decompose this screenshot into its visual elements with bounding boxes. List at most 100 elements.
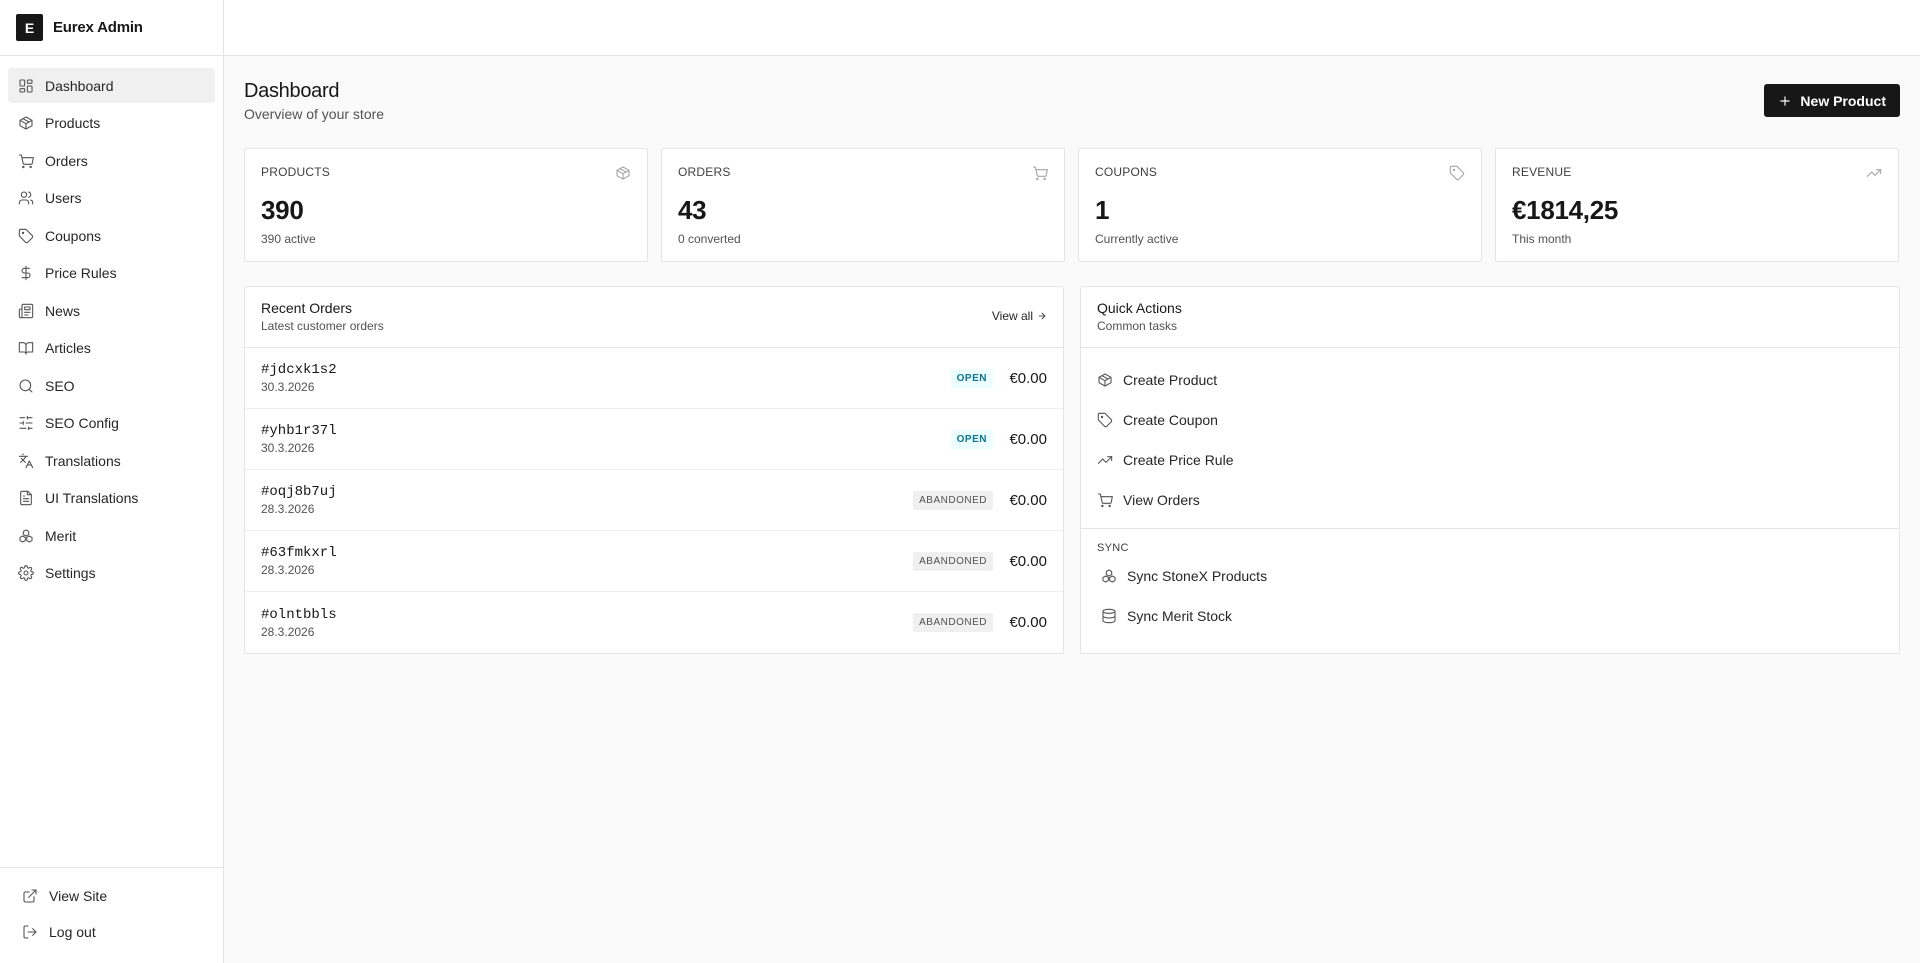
table-row[interactable]: #jdcxk1s2 30.3.2026 OPEN €0.00: [245, 348, 1063, 409]
stat-sub: Currently active: [1095, 232, 1179, 246]
stat-card-revenue: Revenue €1814,25 This month: [1495, 148, 1899, 262]
sidebar-item-label: UI Translations: [45, 490, 139, 506]
sidebar-item-articles[interactable]: Articles: [8, 331, 215, 366]
newspaper-icon: [18, 303, 34, 319]
stat-card-coupons: Coupons 1 Currently active: [1078, 148, 1482, 262]
stat-sub: 390 active: [261, 232, 316, 246]
order-total: €0.00: [1009, 369, 1047, 387]
order-date: 28.3.2026: [261, 563, 315, 577]
languages-icon: [18, 453, 34, 469]
sidebar-item-dashboard[interactable]: Dashboard: [8, 68, 215, 103]
view-site-link[interactable]: View Site: [12, 878, 211, 914]
sidebar-item-users[interactable]: Users: [8, 181, 215, 216]
sidebar-item-coupons[interactable]: Coupons: [8, 218, 215, 253]
status-badge: ABANDONED: [913, 551, 993, 571]
view-all-label: View all: [991, 309, 1033, 323]
sidebar-item-ui-translations[interactable]: UI Translations: [8, 481, 215, 516]
order-date: 28.3.2026: [261, 502, 315, 516]
action-label: Sync StoneX Products: [1127, 568, 1268, 584]
quick-actions-panel: Quick Actions Common tasks Create Produc…: [1080, 286, 1900, 654]
sync-stonex-products-action[interactable]: Sync StoneX Products: [1101, 556, 1883, 596]
order-total: €0.00: [1009, 491, 1047, 509]
main-content: Dashboard Overview of your store New Pro…: [244, 56, 1900, 654]
sidebar-item-label: Price Rules: [45, 265, 117, 281]
create-coupon-action[interactable]: Create Coupon: [1097, 400, 1883, 440]
order-date: 30.3.2026: [261, 441, 315, 455]
log-out-button[interactable]: Log out: [12, 914, 211, 950]
sidebar-item-price-rules[interactable]: Price Rules: [8, 256, 215, 291]
create-product-action[interactable]: Create Product: [1097, 360, 1883, 400]
sidebar-item-label: News: [45, 302, 81, 319]
stat-card-orders: Orders 43 0 converted: [661, 148, 1065, 262]
sidebar-item-seo-config[interactable]: SEO Config: [8, 406, 215, 441]
order-total: €0.00: [1009, 430, 1047, 448]
search-icon: [18, 378, 34, 394]
status-badge: OPEN: [950, 368, 993, 388]
sidebar-item-products[interactable]: Products: [8, 106, 215, 141]
sidebar-item-label: Settings: [45, 565, 96, 581]
tag-icon: [1449, 165, 1465, 181]
stat-sub: 0 converted: [678, 232, 741, 246]
sidebar-item-label: Merit: [45, 527, 77, 544]
new-product-button[interactable]: New Product: [1764, 84, 1900, 117]
top-bar: [224, 0, 1920, 56]
stat-value: 43: [678, 195, 707, 225]
sidebar-item-label: SEO Config: [45, 415, 119, 431]
database-icon: [1101, 608, 1117, 624]
sidebar: E Eurex Admin Dashboard Products Orders …: [0, 0, 224, 963]
log-out-label: Log out: [49, 924, 96, 940]
plus-icon: [1778, 94, 1792, 108]
cart-icon: [1032, 165, 1048, 181]
create-price-rule-action[interactable]: Create Price Rule: [1097, 440, 1883, 480]
sidebar-item-label: Products: [45, 115, 101, 131]
sidebar-item-settings[interactable]: Settings: [8, 556, 215, 591]
sidebar-item-translations[interactable]: Translations: [8, 443, 215, 478]
boxes-icon: [18, 528, 34, 544]
sidebar-item-label: Orders: [45, 152, 88, 169]
page-title: Dashboard: [244, 80, 340, 102]
view-orders-action[interactable]: View Orders: [1097, 480, 1883, 520]
order-total: €0.00: [1009, 552, 1047, 570]
table-row[interactable]: #63fmkxrl 28.3.2026 ABANDONED €0.00: [245, 531, 1063, 592]
stat-label: Revenue: [1512, 165, 1572, 179]
sync-actions-list: Sync StoneX Products Sync Merit Stock: [1081, 554, 1899, 644]
panel-title: Recent Orders: [261, 300, 353, 316]
package-icon: [18, 115, 34, 131]
stats-row: Products 390 390 active Orders 43 0 conv…: [244, 148, 1900, 262]
brand: E Eurex Admin: [0, 0, 223, 56]
recent-orders-panel: Recent Orders Latest customer orders Vie…: [244, 286, 1064, 654]
table-row[interactable]: #yhb1r37l 30.3.2026 OPEN €0.00: [245, 409, 1063, 470]
panels-row: Recent Orders Latest customer orders Vie…: [244, 286, 1900, 654]
status-badge: ABANDONED: [913, 490, 993, 510]
stat-label: Orders: [678, 165, 731, 179]
stat-value: 1: [1095, 195, 1110, 225]
order-id: #yhb1r37l: [261, 423, 337, 439]
panel-title: Quick Actions: [1097, 300, 1182, 316]
sidebar-item-label: Translations: [45, 452, 121, 469]
sync-merit-stock-action[interactable]: Sync Merit Stock: [1101, 596, 1883, 636]
cart-icon: [18, 153, 34, 169]
tag-icon: [18, 228, 34, 244]
sidebar-footer: View Site Log out: [0, 867, 223, 963]
sliders-icon: [18, 415, 34, 431]
page-header: Dashboard Overview of your store New Pro…: [244, 56, 1900, 148]
sidebar-item-news[interactable]: News: [8, 293, 215, 328]
order-id: #oqj8b7uj: [261, 484, 337, 500]
new-product-label: New Product: [1800, 92, 1886, 109]
layout-grid-icon: [18, 78, 34, 94]
view-all-link[interactable]: View all: [992, 309, 1047, 323]
order-total: €0.00: [1009, 614, 1047, 631]
action-label: View Orders: [1123, 492, 1200, 508]
action-label: Create Price Rule: [1123, 452, 1234, 468]
table-row[interactable]: #olntbbls 28.3.2026 ABANDONED €0.00: [245, 592, 1063, 653]
status-badge: OPEN: [950, 429, 993, 449]
sidebar-item-seo[interactable]: SEO: [8, 368, 215, 403]
table-row[interactable]: #oqj8b7uj 28.3.2026 ABANDONED €0.00: [245, 470, 1063, 531]
sidebar-item-orders[interactable]: Orders: [8, 143, 215, 178]
users-icon: [18, 190, 34, 206]
order-date: 28.3.2026: [261, 624, 315, 639]
sidebar-item-merit[interactable]: Merit: [8, 518, 215, 553]
action-label: Sync Merit Stock: [1127, 608, 1233, 624]
boxes-icon: [1101, 568, 1117, 584]
panel-subtitle: Latest customer orders: [261, 319, 384, 333]
